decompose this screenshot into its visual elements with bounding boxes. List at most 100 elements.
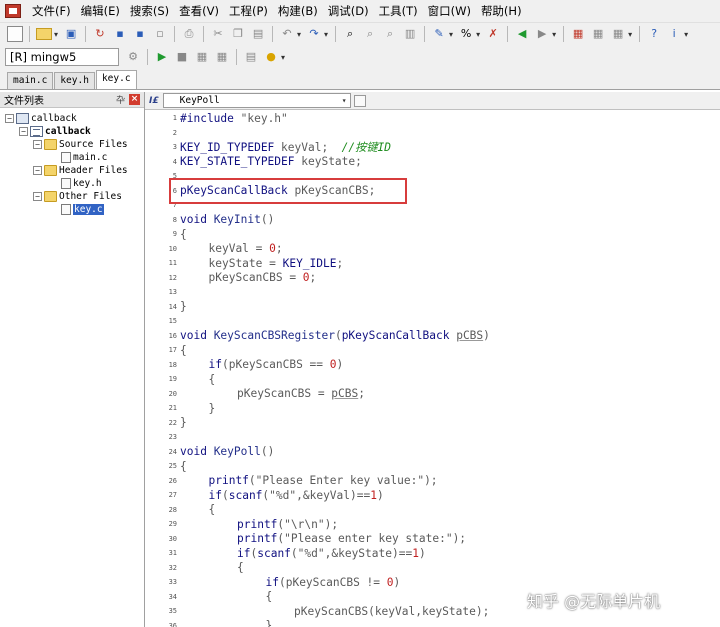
code-line: 34 { (145, 590, 273, 604)
code-editor[interactable]: 1 #include "key.h" 2 3 KEY_ID_TYPEDEF keyVal… (145, 110, 720, 627)
tab-key-h[interactable]: key.h (54, 72, 95, 89)
compiler-options-icon[interactable]: ⚙ (125, 49, 141, 65)
bookmark-icon[interactable]: ✎ (431, 26, 447, 42)
stop-icon[interactable]: ■ (174, 49, 190, 65)
undo-dropdown-icon[interactable]: ▾ (297, 30, 301, 39)
menu-window[interactable]: 窗口(W) (423, 0, 476, 22)
paste-icon[interactable]: ▤ (250, 26, 266, 42)
toolbar-separator (85, 26, 87, 42)
tree-item-main-c[interactable]: main.c (61, 151, 107, 164)
code-text: pKeyScanCBS = 0; (180, 271, 317, 284)
find-replace-icon[interactable]: ⌕ (362, 26, 378, 42)
about-icon[interactable]: i (666, 26, 682, 42)
forward-dropdown-icon[interactable]: ▾ (552, 30, 556, 39)
back-icon[interactable]: ◀ (514, 26, 530, 42)
pin-icon[interactable]: 卆 (116, 93, 125, 106)
tree-item-other-files[interactable]: − Other Files (33, 190, 122, 203)
line-number: 17 (168, 346, 177, 354)
collapse-icon[interactable]: − (33, 192, 42, 201)
comment-dropdown-icon[interactable]: ▾ (476, 30, 480, 39)
menu-view[interactable]: 查看(V) (174, 0, 224, 22)
collapse-icon[interactable]: − (33, 140, 42, 149)
copy-icon[interactable]: ❐ (230, 26, 246, 42)
code-text: pKeyScanCBS = pCBS; (180, 387, 365, 400)
code-text: if(pKeyScanCBS != 0) (180, 575, 401, 589)
function-selector[interactable]: KeyPoll ▾ (162, 93, 351, 108)
code-token: if (208, 488, 222, 502)
debug-dropdown-icon[interactable]: ▾ (281, 53, 285, 62)
menu-file[interactable]: 文件(F) (27, 0, 76, 22)
forward-icon[interactable]: ▶ (534, 26, 550, 42)
code-token: void (180, 213, 214, 226)
undo-icon[interactable]: ↶ (279, 26, 295, 42)
toggle-comment-icon[interactable]: % (458, 26, 474, 42)
debug-icon[interactable]: ▤ (243, 49, 259, 65)
function-list-button[interactable] (353, 94, 366, 107)
compile-icon[interactable]: ▦ (194, 49, 210, 65)
find-icon[interactable]: ⌕ (342, 26, 358, 42)
reload-icon[interactable]: ↻ (92, 26, 108, 42)
project-panel-title: 文件列表 (4, 96, 44, 107)
code-template-icon[interactable]: ▦ (610, 26, 626, 42)
redo-dropdown-icon[interactable]: ▾ (324, 30, 328, 39)
line-number: 28 (168, 505, 177, 514)
open-project-icon[interactable]: ▣ (63, 26, 79, 42)
goto-line-icon[interactable]: ▥ (402, 26, 418, 42)
close-file-icon[interactable]: ▫ (152, 26, 168, 42)
find-in-files-icon[interactable]: ⌕ (382, 26, 398, 42)
insert-code-icon[interactable]: ▦ (590, 26, 606, 42)
menu-debug[interactable]: 调试(D) (323, 0, 374, 22)
code-token: 0 (386, 575, 394, 589)
new-file-icon[interactable] (7, 26, 23, 42)
tree-item-source-files[interactable]: − Source Files (33, 138, 128, 151)
code-line: 22} (145, 416, 187, 430)
code-text: KEY_ID_TYPEDEF keyVal; //按键ID (180, 139, 391, 155)
menu-project[interactable]: 工程(P) (224, 0, 273, 22)
tree-item-project[interactable]: − callback (19, 125, 91, 138)
code-token: printf (237, 517, 278, 531)
tab-key-c[interactable]: key.c (95, 70, 137, 89)
tab-main-c[interactable]: main.c (7, 72, 54, 89)
run-icon[interactable]: ▶ (154, 49, 170, 65)
menu-search[interactable]: 搜索(S) (125, 0, 174, 22)
tree-item-header-files[interactable]: − Header Files (33, 164, 128, 177)
bookmark-dropdown-icon[interactable]: ▾ (449, 30, 453, 39)
rebuild-icon[interactable]: ▦ (214, 49, 230, 65)
menu-tools[interactable]: 工具(T) (374, 0, 423, 22)
tree-item-key-c[interactable]: key.c (61, 203, 104, 216)
tree-item-key-h[interactable]: key.h (61, 177, 102, 190)
profile-icon[interactable]: ● (263, 49, 279, 65)
code-token: pKeyScanCBS = (237, 387, 332, 400)
template-dropdown-icon[interactable]: ▾ (628, 30, 632, 39)
collapse-icon[interactable]: − (33, 166, 42, 175)
code-line: 35 pKeyScanCBS(keyVal,keyState); (145, 604, 490, 618)
open-dropdown-icon[interactable]: ▾ (54, 30, 58, 39)
chevron-down-icon[interactable]: ▾ (342, 94, 347, 107)
code-token: ,&keyVal)== (296, 488, 371, 502)
menu-build[interactable]: 构建(B) (273, 0, 323, 22)
redo-icon[interactable]: ↷ (306, 26, 322, 42)
code-line: 2 (145, 126, 180, 140)
help-dropdown-icon[interactable]: ▾ (684, 30, 688, 39)
cut-icon[interactable]: ✂ (210, 26, 226, 42)
menu-help[interactable]: 帮助(H) (476, 0, 527, 22)
close-icon[interactable]: × (129, 94, 140, 105)
line-number: 21 (168, 404, 177, 412)
menu-edit[interactable]: 编辑(E) (76, 0, 125, 22)
save-icon[interactable]: ▪ (112, 26, 128, 42)
line-number: 20 (168, 389, 177, 398)
tree-item-workspace[interactable]: − callback (5, 112, 77, 125)
toolbar-separator (29, 26, 30, 42)
code-line: 14} (145, 300, 187, 314)
open-folder-icon[interactable] (36, 28, 52, 40)
collapse-icon[interactable]: − (19, 127, 28, 136)
help-icon[interactable]: ? (646, 26, 662, 42)
collapse-icon[interactable]: − (5, 114, 14, 123)
save-all-icon[interactable]: ▪ (132, 26, 148, 42)
insert-class-icon[interactable]: ▦ (570, 26, 586, 42)
print-icon[interactable]: ⎙ (181, 26, 197, 42)
function-list-icon: I£ (149, 95, 159, 106)
compiler-select[interactable]: [R] mingw5 (5, 48, 119, 66)
uncomment-icon[interactable]: ✗ (485, 26, 501, 42)
code-token: keyState = (208, 256, 283, 270)
